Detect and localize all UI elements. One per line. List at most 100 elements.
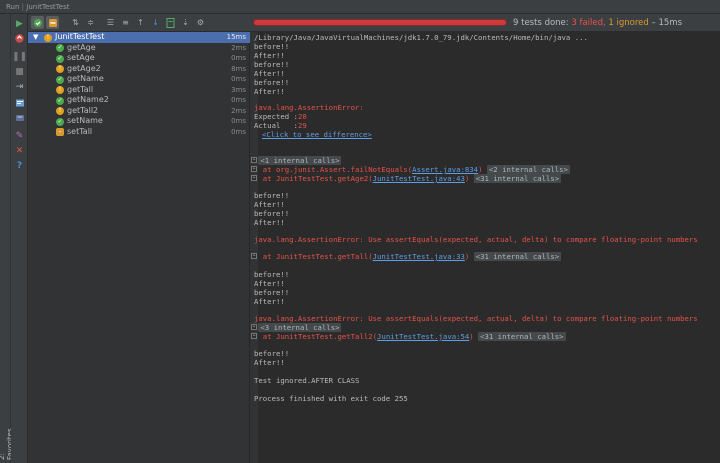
tree-row-settall[interactable]: – setTall 0ms: [28, 127, 250, 138]
console-line: before!!: [254, 209, 290, 218]
actual-value: 29: [297, 121, 307, 130]
dump-threads-icon[interactable]: [13, 96, 26, 109]
tree-row-getage[interactable]: ✓ getAge 2ms: [28, 43, 250, 54]
stack-text: ): [464, 174, 470, 183]
tests-done-text: 9 tests done:: [513, 18, 569, 28]
test-duration: 0ms: [231, 96, 246, 104]
test-name: getName: [67, 74, 104, 83]
test-name: getAge2: [67, 63, 101, 73]
stop-icon[interactable]: ■: [13, 65, 26, 78]
source-link[interactable]: JunitTestTest.java:54: [377, 332, 469, 341]
console-line: before!!: [254, 191, 290, 200]
expand-icon[interactable]: +: [251, 324, 257, 330]
test-duration: 8ms: [231, 64, 246, 73]
console-line: before!!: [254, 42, 290, 51]
console-output[interactable]: /Library/Java/JavaVirtualMachines/jdk1.7…: [250, 32, 720, 463]
source-link[interactable]: JunitTestTest.java:33: [373, 252, 465, 261]
run-tool-window-header: Run | JunitTestTest: [0, 0, 720, 14]
tree-row-getname[interactable]: ✓ getName 0ms: [28, 74, 250, 85]
test-duration: 0ms: [231, 54, 246, 62]
import-icon[interactable]: ⇣: [179, 16, 192, 29]
stack-text: ): [469, 332, 474, 341]
test-duration: 0ms: [231, 75, 246, 83]
test-name: setAge: [67, 53, 95, 62]
export-icon[interactable]: [164, 16, 177, 29]
collapse-arrow-icon[interactable]: ▼: [33, 32, 38, 43]
expected-value: 20: [297, 112, 307, 121]
process-finished-line: Process finished with exit code 255: [254, 394, 408, 403]
tree-row-getname2[interactable]: ✓ getName2 0ms: [28, 95, 250, 106]
tests-time-text: – 15ms: [651, 18, 682, 28]
test-duration: 0ms: [231, 117, 246, 125]
test-status-bar: 9 tests done: 3 failed, 1 ignored – 15ms: [250, 14, 720, 32]
expand-all-icon[interactable]: ☰: [104, 16, 117, 29]
internal-calls-fold[interactable]: <31 internal calls>: [478, 332, 566, 341]
test-name: getName2: [67, 95, 109, 104]
tree-root-name: JunitTestTest: [55, 32, 105, 41]
test-tree-toolbar: ⇅ ≑ ☰ ≡ ↑ ↓ ⇣ ⚙: [28, 14, 250, 32]
prev-failed-icon[interactable]: ↑: [134, 16, 147, 29]
internal-calls-fold[interactable]: <31 internal calls>: [473, 252, 562, 261]
internal-calls-fold[interactable]: <31 internal calls>: [473, 174, 562, 183]
test-name: getAge: [67, 42, 96, 52]
console-line: before!!: [254, 288, 290, 297]
failed-icon: !: [56, 107, 64, 115]
expected-line: Expected :20: [254, 112, 307, 121]
collapse-all-icon[interactable]: ≡: [119, 16, 132, 29]
show-ignored-icon[interactable]: [46, 16, 59, 29]
pause-icon[interactable]: ❚❚: [12, 50, 27, 63]
stack-text: at JunitTestTest.getAge2(: [262, 174, 373, 183]
internal-calls-fold[interactable]: <1 internal calls>: [258, 156, 342, 165]
favorites-tab[interactable]: ★ 2: Favorites: [0, 420, 14, 463]
run-side-toolbar: ▶ ❚❚ ■ ⇥ ✎ ✕ ?: [11, 14, 28, 463]
stack-text: at JunitTestTest.getTall(: [262, 252, 373, 261]
sort-duration-icon[interactable]: ≑: [84, 16, 97, 29]
source-link[interactable]: JunitTestTest.java:43: [373, 174, 465, 183]
tree-root-row[interactable]: ▼ ! JunitTestTest 15ms: [28, 32, 250, 43]
floating-point-error-line: java.lang.AssertionError: Use assertEqua…: [254, 314, 698, 323]
tree-row-gettall[interactable]: ! getTall 3ms: [28, 85, 250, 96]
test-results-tree: ▼ ! JunitTestTest 15ms ✓ getAge 2ms ✓ setAge…: [28, 32, 250, 463]
help-icon[interactable]: ?: [13, 159, 26, 172]
next-failed-icon[interactable]: ↓: [149, 16, 162, 29]
close-icon[interactable]: ✕: [13, 144, 26, 157]
tree-row-setage[interactable]: ✓ setAge 0ms: [28, 53, 250, 64]
failed-icon: !: [56, 65, 64, 73]
expand-icon[interactable]: +: [251, 333, 257, 339]
stack-line: + at org.junit.Assert.failNotEquals(Asse…: [251, 165, 570, 174]
settings-icon[interactable]: [13, 111, 26, 124]
show-passed-icon[interactable]: [31, 16, 44, 29]
internal-calls-fold[interactable]: <3 internal calls>: [258, 323, 342, 332]
tree-row-setname[interactable]: ✓ setName 0ms: [28, 116, 250, 127]
passed-icon: ✓: [56, 44, 64, 52]
sort-alpha-icon[interactable]: ⇅: [69, 16, 82, 29]
rerun-failed-icon[interactable]: [13, 32, 26, 45]
console-line: After!!: [254, 200, 285, 209]
test-duration: 0ms: [231, 127, 246, 136]
expand-icon[interactable]: +: [251, 157, 257, 163]
passed-icon: ✓: [56, 117, 64, 126]
tests-ignored-text: 1 ignored: [608, 18, 649, 28]
tree-row-gettall2[interactable]: ! getTall2 2ms: [28, 106, 250, 117]
pin-icon[interactable]: ✎: [13, 129, 26, 142]
expand-icon[interactable]: +: [251, 253, 257, 259]
rerun-icon[interactable]: ▶: [13, 17, 26, 30]
stack-line: + at JunitTestTest.getTall(JunitTestTest…: [251, 252, 562, 261]
ignored-icon: –: [56, 128, 64, 136]
test-name: getTall2: [67, 105, 99, 115]
ignored-line: Test ignored.AFTER CLASS: [254, 376, 360, 385]
run-config-tab[interactable]: JunitTestTest: [26, 3, 69, 11]
warning-icon: !: [44, 33, 52, 42]
source-link[interactable]: Assert.java:834: [412, 165, 478, 174]
expand-icon[interactable]: +: [251, 175, 257, 181]
passed-icon: ✓: [56, 96, 64, 105]
restore-layout-icon[interactable]: ⇥: [13, 80, 26, 93]
expand-icon[interactable]: +: [251, 166, 257, 172]
internal-calls-fold[interactable]: <2 internal calls>: [486, 165, 570, 174]
run-label: Run: [6, 3, 20, 11]
favorites-strip: ★ 2: Favorites: [0, 14, 14, 463]
tree-row-getage2[interactable]: ! getAge2 8ms: [28, 64, 250, 75]
click-to-see-difference-link[interactable]: <Click to see difference>: [262, 130, 372, 139]
gear-icon[interactable]: ⚙: [194, 16, 207, 29]
console-line: before!!: [254, 60, 290, 69]
